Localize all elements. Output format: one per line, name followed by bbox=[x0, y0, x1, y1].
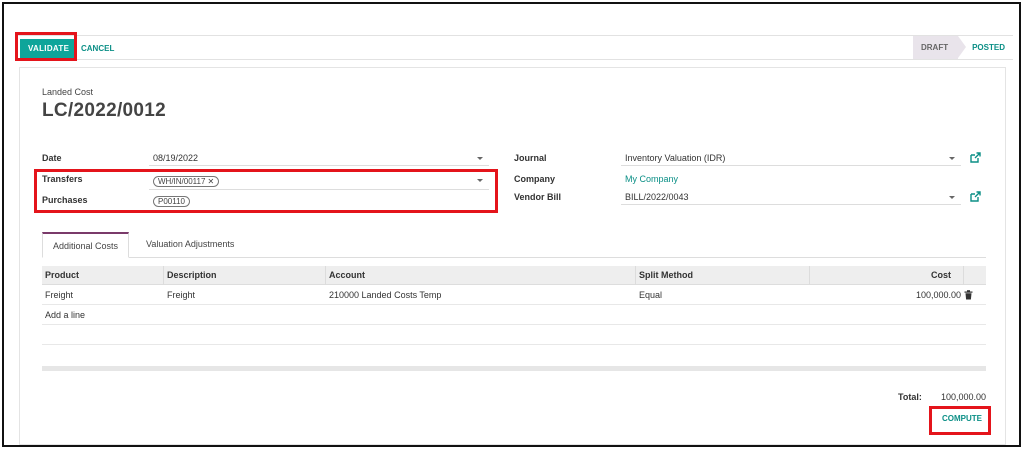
column-header-account[interactable]: Account bbox=[326, 266, 636, 285]
status-bar: DRAFT POSTED bbox=[912, 36, 1013, 59]
journal-field[interactable]: Inventory Valuation (IDR) bbox=[621, 151, 961, 166]
empty-row bbox=[42, 325, 986, 345]
company-link[interactable]: My Company bbox=[625, 174, 678, 184]
cell-account: 210000 Landed Costs Temp bbox=[329, 290, 442, 300]
add-line-row: Add a line bbox=[42, 305, 986, 325]
chevron-down-icon bbox=[949, 196, 955, 199]
table-row[interactable]: Freight Freight 210000 Landed Costs Temp… bbox=[42, 285, 986, 305]
column-header-cost[interactable]: Cost bbox=[810, 266, 964, 285]
status-draft[interactable]: DRAFT bbox=[912, 36, 967, 59]
journal-value: Inventory Valuation (IDR) bbox=[625, 153, 726, 163]
compute-highlight bbox=[929, 406, 991, 435]
status-posted[interactable]: POSTED bbox=[958, 36, 1013, 59]
cell-product: Freight bbox=[45, 290, 74, 300]
external-link-icon[interactable] bbox=[969, 191, 981, 203]
chevron-down-icon bbox=[949, 157, 955, 160]
cancel-button[interactable]: CANCEL bbox=[81, 39, 114, 58]
transfers-highlight bbox=[34, 169, 498, 213]
external-link-icon[interactable] bbox=[969, 152, 981, 164]
total-label: Total: bbox=[898, 392, 922, 402]
cell-split-method: Equal bbox=[639, 290, 663, 300]
company-label: Company bbox=[514, 174, 556, 184]
column-header-product[interactable]: Product bbox=[42, 266, 164, 285]
column-header-split-method[interactable]: Split Method bbox=[636, 266, 810, 285]
table-header: Product Description Account Split Method… bbox=[42, 266, 986, 285]
tab-additional-costs[interactable]: Additional Costs bbox=[42, 232, 130, 258]
column-header-description[interactable]: Description bbox=[164, 266, 326, 285]
model-label: Landed Cost bbox=[42, 87, 94, 97]
date-label: Date bbox=[42, 153, 62, 163]
cell-description: Freight bbox=[167, 290, 196, 300]
date-value: 08/19/2022 bbox=[153, 153, 199, 163]
validate-highlight bbox=[15, 32, 77, 61]
vendor-bill-value: BILL/2022/0043 bbox=[625, 192, 689, 202]
tab-valuation-adjustments[interactable]: Valuation Adjustments bbox=[136, 232, 244, 258]
total-value: 100,000.00 bbox=[940, 392, 986, 402]
vendor-bill-label: Vendor Bill bbox=[514, 192, 562, 202]
cost-lines-table: Product Description Account Split Method… bbox=[42, 266, 986, 365]
chevron-down-icon bbox=[477, 157, 483, 160]
empty-row bbox=[42, 345, 986, 365]
notebook-tabs: Additional Costs Valuation Adjustments bbox=[42, 232, 986, 258]
add-line-link[interactable]: Add a line bbox=[42, 305, 85, 325]
trash-icon[interactable] bbox=[964, 290, 973, 300]
vendor-bill-field[interactable]: BILL/2022/0043 bbox=[621, 190, 961, 205]
cell-cost: 100,000.00 bbox=[915, 290, 961, 300]
table-footer bbox=[42, 366, 986, 371]
journal-label: Journal bbox=[514, 153, 547, 163]
control-panel: VALIDATE CANCEL DRAFT POSTED bbox=[15, 35, 1013, 60]
record-title: LC/2022/0012 bbox=[42, 100, 167, 121]
date-field[interactable]: 08/19/2022 bbox=[149, 151, 489, 166]
